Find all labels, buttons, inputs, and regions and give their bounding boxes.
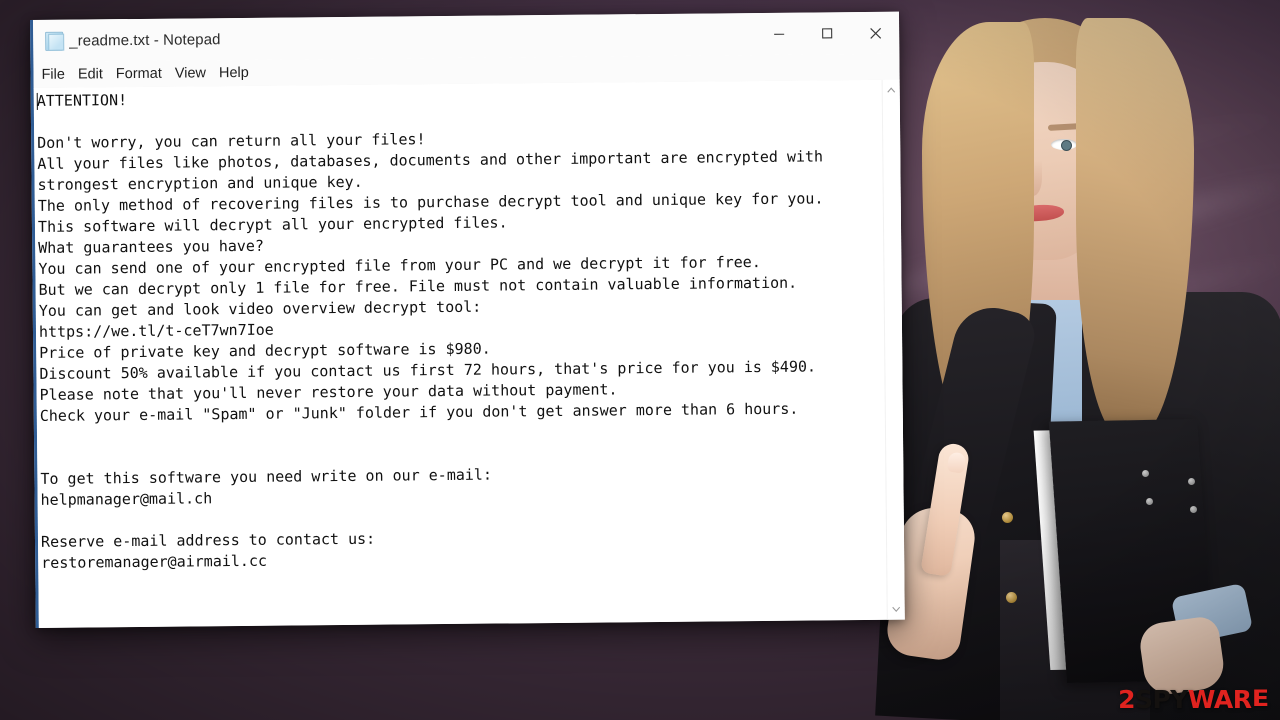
- window-titlebar[interactable]: _readme.txt - Notepad: [32, 11, 900, 62]
- minimize-button[interactable]: [755, 13, 803, 55]
- watermark-war: WAR: [1187, 685, 1252, 714]
- menu-help[interactable]: Help: [219, 65, 249, 81]
- window-title: _readme.txt - Notepad: [69, 30, 221, 50]
- text-editor[interactable]: ATTENTION! Don't worry, you can return a…: [34, 80, 887, 628]
- menu-edit[interactable]: Edit: [78, 66, 103, 82]
- watermark-spy: SPY: [1134, 685, 1188, 714]
- menu-format[interactable]: Format: [116, 66, 162, 82]
- 2spyware-watermark: 2 SPY WAR E: [1118, 685, 1270, 714]
- notepad-window[interactable]: _readme.txt - Notepad File Edit Format V…: [30, 11, 905, 628]
- screenshot-root: _readme.txt - Notepad File Edit Format V…: [0, 0, 1280, 720]
- window-controls[interactable]: [755, 12, 899, 55]
- watermark-e-mark: E: [1252, 686, 1270, 712]
- scroll-down-arrow-icon[interactable]: [888, 601, 905, 618]
- menu-file[interactable]: File: [41, 67, 65, 83]
- scroll-up-arrow-icon[interactable]: [883, 82, 900, 99]
- close-button[interactable]: [851, 12, 899, 54]
- watermark-digit: 2: [1118, 685, 1135, 714]
- maximize-button[interactable]: [803, 12, 851, 54]
- text-caret: [36, 92, 38, 110]
- notepad-document-icon: [44, 31, 65, 51]
- menu-view[interactable]: View: [175, 65, 206, 81]
- editor-area[interactable]: ATTENTION! Don't worry, you can return a…: [33, 79, 905, 628]
